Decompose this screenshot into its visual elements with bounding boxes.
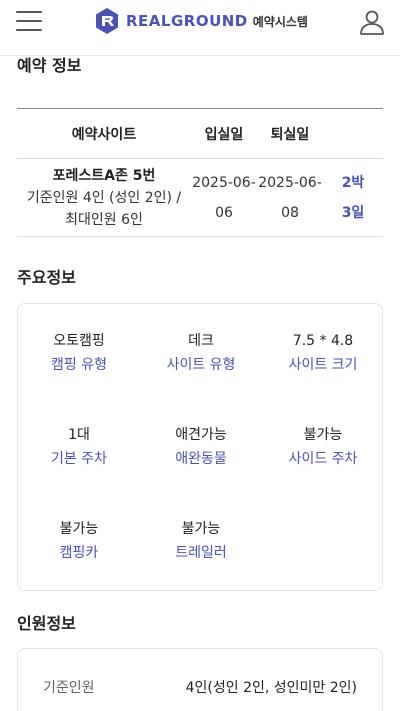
base-people-value: 4인(성인 2인, 성인미만 2인) (185, 680, 357, 696)
info-label: 애완동물 (175, 451, 227, 467)
checkout-date-line1: 2025-06- (258, 174, 322, 191)
checkout-date-line2: 08 (281, 204, 299, 221)
info-label: 캠핑 유형 (51, 357, 107, 373)
main-info-card: 오토캠핑 캠핑 유형 데크 사이트 유형 7.5 * 4.8 사이트 크기 1대… (17, 303, 383, 591)
main-info-section-title: 주요정보 (17, 268, 76, 287)
app-header: REALGROUND 예약시스템 (0, 0, 400, 56)
table-row: 포레스트A존 5번 기준인원 4인 (성인 2인) / 최대인원 6인 2025… (17, 159, 383, 237)
checkout-cell: 2025-06- 08 (257, 168, 323, 228)
logo[interactable]: REALGROUND 예약시스템 (94, 6, 308, 36)
days-count: 3일 (341, 204, 365, 221)
column-header-site: 예약사이트 (71, 126, 137, 143)
info-item-camping-car: 불가능 캠핑카 (18, 518, 140, 566)
info-value: 오토캠핑 (53, 333, 105, 349)
info-value: 불가능 (181, 521, 221, 537)
info-item-trailer: 불가능 트레일러 (140, 518, 262, 566)
reservation-table: 예약사이트 입실일 퇴실일 포레스트A존 5번 기준인원 4인 (성인 2인) … (17, 108, 383, 237)
brand-name: REALGROUND (126, 12, 248, 30)
column-header-checkin: 입실일 (204, 126, 244, 143)
info-value: 7.5 * 4.8 (292, 333, 354, 349)
info-label: 기본 주차 (51, 451, 107, 467)
info-item-site-size: 7.5 * 4.8 사이트 크기 (262, 330, 384, 378)
user-profile-icon[interactable] (358, 8, 386, 36)
info-value: 불가능 (59, 521, 99, 537)
info-item-pets: 애견가능 애완동물 (140, 424, 262, 472)
info-item-basic-parking: 1대 기본 주차 (18, 424, 140, 472)
info-value: 불가능 (303, 427, 343, 443)
site-cell: 포레스트A존 5번 기준인원 4인 (성인 2인) / 최대인원 6인 (17, 165, 191, 231)
column-header-checkout: 퇴실일 (270, 126, 310, 143)
brand-subtitle: 예약시스템 (252, 14, 308, 29)
reservation-table-header: 예약사이트 입실일 퇴실일 (17, 109, 383, 159)
checkin-date-line2: 06 (215, 204, 233, 221)
checkin-cell: 2025-06- 06 (191, 168, 257, 228)
site-capacity-line2: 최대인원 6인 (65, 211, 143, 228)
info-value: 데크 (188, 333, 214, 349)
nights-cell: 2박 3일 (323, 168, 383, 228)
realground-logo-icon (96, 8, 118, 34)
info-label: 사이드 주차 (288, 451, 358, 467)
site-name: 포레스트A존 5번 (52, 167, 156, 184)
people-info-section-title: 인원정보 (17, 614, 76, 633)
info-label: 트레일러 (175, 545, 227, 561)
checkin-date-line1: 2025-06- (192, 174, 256, 191)
nights-count: 2박 (341, 174, 365, 191)
hamburger-menu-icon[interactable] (16, 11, 42, 33)
site-capacity-line1: 기준인원 4인 (성인 2인) / (26, 189, 182, 206)
info-label: 캠핑카 (59, 545, 99, 561)
info-value: 애견가능 (175, 427, 227, 443)
info-item-site-type: 데크 사이트 유형 (140, 330, 262, 378)
info-item-camping-type: 오토캠핑 캠핑 유형 (18, 330, 140, 378)
info-value: 1대 (68, 427, 90, 443)
info-label: 사이트 유형 (166, 357, 236, 373)
people-info-card: 기준인원 4인(성인 2인, 성인미만 2인) (17, 648, 383, 711)
info-item-side-parking: 불가능 사이드 주차 (262, 424, 384, 472)
info-label: 사이트 크기 (288, 357, 358, 373)
base-people-label: 기준인원 (43, 680, 95, 696)
